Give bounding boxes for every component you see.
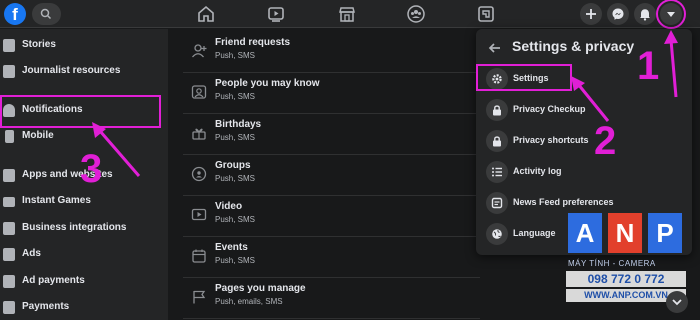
- sidebar-item-business-integrations[interactable]: Business integrations: [0, 216, 168, 242]
- list-icon: [486, 161, 508, 183]
- groups-icon[interactable]: [406, 4, 426, 24]
- search-icon: [40, 8, 52, 20]
- sidebar-item-stories[interactable]: Stories: [0, 33, 168, 59]
- top-navigation-bar: f: [0, 0, 700, 29]
- sidebar-item-payments[interactable]: Payments: [0, 295, 168, 320]
- list-item[interactable]: Birthdays Push, SMS: [183, 115, 480, 155]
- watermark-tagline: MÁY TÍNH - CAMERA: [568, 259, 656, 268]
- chevron-down-icon: [672, 299, 682, 306]
- birthday-icon: [192, 128, 206, 140]
- sidebar-item-label: Mobile: [22, 130, 54, 141]
- list-item-title: Birthdays: [215, 119, 262, 130]
- account-menu-button[interactable]: [656, 0, 686, 29]
- sidebar-item-label: Payments: [22, 301, 70, 312]
- journalist-icon: [3, 65, 15, 78]
- menu-item-label: Privacy shortcuts: [513, 135, 589, 145]
- mobile-icon: [5, 130, 14, 143]
- step-number-3: 3: [80, 147, 103, 191]
- menu-item-activity-log[interactable]: Activity log: [482, 157, 686, 187]
- list-item-subtitle: Push, SMS: [215, 51, 256, 60]
- payments-icon: [3, 301, 15, 314]
- sidebar-item-ads[interactable]: Ads: [0, 242, 168, 268]
- video-icon: [191, 208, 207, 221]
- groups-icon: [191, 166, 207, 182]
- list-item-subtitle: Push, SMS: [215, 133, 256, 142]
- watermark-letter: P: [648, 213, 682, 253]
- watermark-letter: N: [608, 213, 642, 253]
- marketplace-icon[interactable]: [337, 4, 357, 24]
- notifications-highlight-box: [0, 95, 161, 128]
- watch-icon[interactable]: [266, 4, 286, 24]
- create-button[interactable]: [580, 3, 602, 25]
- facebook-settings-screen: f Stories Journalist resources Notificat…: [0, 0, 700, 320]
- people-icon: [191, 85, 207, 99]
- sidebar-item-label: Journalist resources: [22, 65, 121, 76]
- watermark-letter: A: [568, 213, 602, 253]
- list-item[interactable]: Friend requests Push, SMS: [183, 33, 480, 73]
- list-item[interactable]: Pages you manage Push, emails, SMS: [183, 279, 480, 319]
- list-item[interactable]: Events Push, SMS: [183, 238, 480, 278]
- sidebar-item-label: Instant Games: [22, 195, 91, 206]
- menu-item-label: News Feed preferences: [513, 197, 614, 207]
- globe-icon: [486, 223, 508, 245]
- search-button[interactable]: [32, 3, 61, 25]
- menu-item-privacy-checkup[interactable]: Privacy Checkup: [482, 95, 686, 125]
- messenger-icon: [612, 8, 624, 20]
- sidebar-item-journalist-resources[interactable]: Journalist resources: [0, 59, 168, 85]
- notifications-button[interactable]: [634, 3, 656, 25]
- caret-down-icon: [667, 12, 675, 17]
- feed-icon: [486, 192, 508, 214]
- step-number-2: 2: [594, 119, 617, 163]
- calendar-icon: [192, 249, 206, 263]
- facebook-logo[interactable]: f: [4, 3, 26, 25]
- home-icon[interactable]: [196, 4, 216, 24]
- back-arrow-icon[interactable]: [488, 41, 502, 55]
- menu-item-label: Privacy Checkup: [513, 104, 586, 114]
- sidebar-item-label: Ad payments: [22, 275, 85, 286]
- messenger-button[interactable]: [607, 3, 629, 25]
- watermark-phone: 098 772 0 772: [566, 271, 686, 287]
- list-item-title: People you may know: [215, 78, 320, 89]
- list-item-subtitle: Push, SMS: [215, 256, 256, 265]
- list-item-subtitle: Push, SMS: [215, 92, 256, 101]
- list-item[interactable]: People you may know Push, SMS: [183, 74, 480, 114]
- sidebar-item-label: Ads: [22, 248, 41, 259]
- stories-icon: [3, 39, 15, 52]
- list-item-subtitle: Push, SMS: [215, 215, 256, 224]
- ads-icon: [3, 248, 15, 261]
- sidebar-item-ad-payments[interactable]: Ad payments: [0, 269, 168, 295]
- list-item-title: Pages you manage: [215, 283, 306, 294]
- lock-icon: [486, 99, 508, 121]
- settings-highlight-box: [476, 64, 572, 91]
- gaming-icon[interactable]: [476, 4, 496, 24]
- ad-payments-icon: [3, 275, 15, 288]
- games-icon: [3, 197, 15, 207]
- list-item-subtitle: Push, emails, SMS: [215, 297, 283, 306]
- menu-item-label: Language: [513, 228, 556, 238]
- business-icon: [3, 222, 15, 235]
- apps-icon: [3, 169, 15, 182]
- list-item-subtitle: Push, SMS: [215, 174, 256, 183]
- list-item-title: Friend requests: [215, 37, 291, 48]
- list-item[interactable]: Groups Push, SMS: [183, 156, 480, 196]
- plus-icon: [586, 9, 596, 19]
- list-item[interactable]: Video Push, SMS: [183, 197, 480, 237]
- menu-title: Settings & privacy: [512, 38, 635, 54]
- scroll-down-button[interactable]: [666, 291, 688, 313]
- sidebar-item-label: Business integrations: [22, 222, 127, 233]
- list-item-title: Video: [215, 201, 243, 212]
- menu-item-privacy-shortcuts[interactable]: Privacy shortcuts: [482, 126, 686, 156]
- menu-item-label: Activity log: [513, 166, 562, 176]
- sidebar-item-label: Stories: [22, 39, 56, 50]
- friend-requests-icon: [192, 44, 207, 58]
- sidebar-item-instant-games[interactable]: Instant Games: [0, 189, 168, 215]
- list-item-title: Groups: [215, 160, 251, 171]
- step-number-1: 1: [637, 44, 660, 88]
- lock-icon: [486, 130, 508, 152]
- flag-icon: [193, 290, 206, 304]
- bell-icon: [640, 9, 650, 21]
- list-item-title: Events: [215, 242, 248, 253]
